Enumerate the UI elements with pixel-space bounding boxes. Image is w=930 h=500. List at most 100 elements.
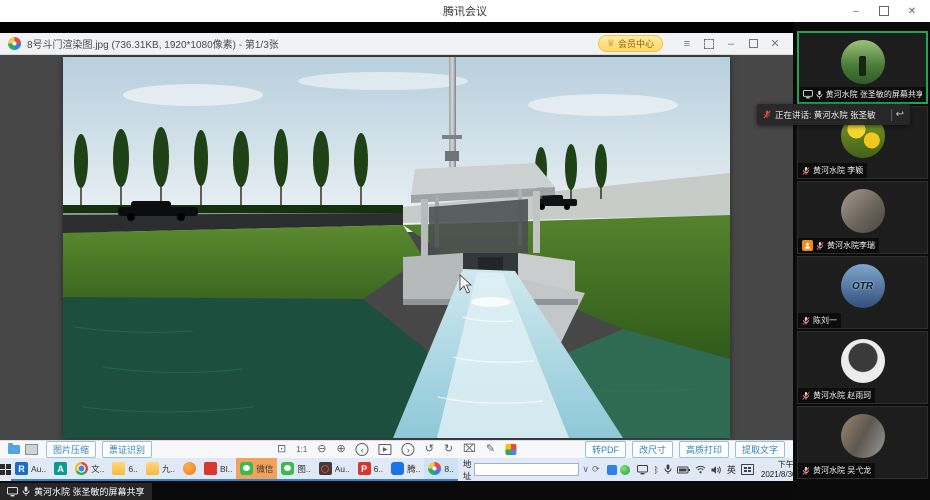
participant-label: 陈刘一 — [798, 313, 841, 328]
avatar-horse-costume — [841, 414, 885, 458]
rotate-left-icon[interactable]: ↺ — [425, 444, 434, 455]
previous-image-icon[interactable]: ‹ — [356, 443, 369, 456]
microphone-muted-icon — [802, 391, 810, 401]
rendered-photo-sluice-gate — [63, 57, 730, 438]
folder-icon — [112, 462, 125, 475]
pdf-app-icon: P — [358, 462, 371, 475]
battery-icon[interactable] — [677, 466, 690, 474]
microphone-muted-icon — [763, 109, 771, 120]
close-button[interactable]: ✕ — [898, 0, 926, 22]
actual-size-icon[interactable]: 1:1 — [296, 446, 307, 454]
share-banner-text: 黄河水院 张圣敏的屏幕共享 — [34, 485, 145, 498]
print-button[interactable]: 高质打印 — [679, 441, 729, 458]
speaking-toast: 正在讲话: 黄河水院 张圣敏 ↩ — [757, 104, 910, 125]
address-label: 地址 — [463, 458, 472, 482]
green-app-icon[interactable] — [620, 465, 630, 475]
to-pdf-button[interactable]: 转PDF — [585, 441, 626, 458]
viewer-restore-button[interactable] — [743, 35, 763, 53]
open-folder-icon[interactable] — [8, 445, 20, 454]
restore-icon — [879, 6, 889, 16]
next-image-icon[interactable]: › — [402, 443, 415, 456]
folder-icon — [146, 462, 159, 475]
more-tools-icon[interactable] — [505, 444, 516, 455]
participant-label: 黄河水院 张圣敏的屏幕共享 — [799, 87, 926, 102]
viewer-fullscreen-button[interactable] — [699, 35, 719, 53]
rotate-right-icon[interactable]: ↻ — [444, 444, 453, 455]
viewer-minimize-button[interactable]: – — [721, 35, 741, 53]
address-extra-icons — [604, 458, 633, 481]
blue-app-icon[interactable] — [607, 465, 617, 475]
touch-keyboard-icon[interactable] — [741, 464, 754, 475]
taskbar-app-wechat[interactable]: 微信 — [236, 458, 277, 481]
resize-button[interactable]: 改尺寸 — [632, 441, 673, 458]
microphone-tray-icon[interactable] — [664, 464, 672, 475]
meeting-window-controls: – ✕ — [842, 0, 926, 22]
minimize-button[interactable]: – — [842, 0, 870, 22]
participants-sidebar: 黄河水院 张圣敏的屏幕共享 黄河水院 李颖 黄河水院李瑞 — [795, 22, 930, 500]
participant-label: 黄河水院 赵雨珂 — [798, 388, 875, 403]
participant-label: 黄河水院李瑞 — [798, 238, 879, 253]
taskbar-app-2345[interactable] — [179, 458, 200, 481]
windows-logo-icon — [0, 464, 11, 475]
taskbar-app-revit[interactable]: R Au.. — [11, 458, 50, 481]
monitor-tray-icon[interactable] — [637, 465, 648, 475]
microphone-muted-icon — [802, 316, 810, 326]
image-list-icon[interactable] — [25, 444, 38, 455]
image-viewer-icon — [428, 462, 441, 475]
slideshow-icon[interactable]: ▶ — [379, 444, 392, 455]
meeting-body: 8号斗门渲染图.jpg (736.31KB, 1920*1080像素) - 第1… — [0, 22, 930, 500]
participant-tile[interactable]: OTR 陈刘一 — [797, 256, 928, 329]
taskbar-app-folder-9[interactable]: 九.. — [142, 458, 179, 481]
extract-text-button[interactable]: 提取文字 — [735, 441, 785, 458]
bluetooth-icon[interactable]: ᛒ — [653, 465, 658, 475]
taskbar-app-bl[interactable]: Bl.. — [200, 458, 236, 481]
avatar-person-photo — [841, 189, 885, 233]
speaking-toast-text: 正在讲话: 黄河水院 张圣敏 — [775, 109, 876, 121]
participant-tile-share[interactable]: 黄河水院 张圣敏的屏幕共享 — [797, 31, 928, 104]
close-icon: ✕ — [770, 37, 779, 50]
vip-label: 会员中心 — [618, 37, 654, 50]
zoom-in-icon[interactable]: ⊕ — [337, 444, 346, 455]
address-input[interactable] — [474, 463, 579, 476]
participant-tile[interactable]: 黄河水院李瑞 — [797, 181, 928, 254]
taskbar-app-wechat-tool[interactable]: 图.. — [277, 458, 314, 481]
viewer-window-controls: ≡ – ✕ — [677, 35, 785, 53]
participant-tile[interactable]: 黄河水院 赵雨珂 — [797, 331, 928, 404]
volume-icon[interactable] — [711, 465, 722, 475]
fit-screen-icon[interactable]: ⊡ — [277, 444, 286, 455]
microphone-muted-icon — [816, 241, 824, 251]
address-dropdown-icon[interactable]: ∨ — [582, 464, 589, 475]
compress-image-button[interactable]: 图片压缩 — [46, 441, 96, 458]
windows-taskbar: R Au.. A 文.. 6.. 九.. — [0, 458, 793, 481]
tencent-meeting-window: 腾讯会议 – ✕ 8号斗门渲染图.jpg (736.31KB, 1920*108… — [0, 0, 930, 500]
participant-tile[interactable]: 黄河水院 吴弋龙 — [797, 406, 928, 479]
taskbar-app-tencent-meeting[interactable]: 腾.. — [387, 458, 424, 481]
input-language-indicator[interactable]: 英 — [727, 463, 736, 476]
viewer-menu-button[interactable]: ≡ — [677, 35, 697, 53]
ticket-ocr-button[interactable]: 票证识别 — [102, 441, 152, 458]
viewer-right-tools: 转PDF 改尺寸 高质打印 提取文字 — [579, 441, 785, 458]
zoom-out-icon[interactable]: ⊖ — [317, 444, 326, 455]
fullscreen-icon — [704, 39, 714, 49]
wifi-icon[interactable] — [695, 465, 706, 474]
restore-button[interactable] — [870, 0, 898, 22]
vip-center-button[interactable]: ♛ 会员中心 — [598, 35, 663, 52]
taskbar-app-acrobat[interactable]: Au.. — [315, 458, 354, 481]
delete-image-icon[interactable]: ⌧ — [463, 444, 476, 455]
collapse-arrow-icon[interactable]: ↩ — [896, 109, 904, 120]
taskbar-app-image-viewer[interactable]: 8.. — [424, 458, 457, 481]
edit-image-icon[interactable]: ✎ — [486, 444, 495, 455]
wechat-icon — [240, 462, 253, 475]
taskbar-app-pdf[interactable]: P 6.. — [354, 458, 387, 481]
viewer-close-button[interactable]: ✕ — [765, 35, 785, 53]
browser-2345-icon — [183, 462, 196, 475]
microphone-muted-icon — [802, 466, 810, 476]
taskbar-app-folder-6[interactable]: 6.. — [108, 458, 141, 481]
red-app-icon — [204, 462, 217, 475]
taskbar-app-chrome[interactable]: 文.. — [71, 458, 108, 481]
address-go-icon[interactable]: ⟳ — [592, 464, 600, 475]
taskbar-app-autodesk[interactable]: A — [50, 458, 71, 481]
viewer-canvas — [0, 55, 793, 440]
start-button[interactable] — [0, 458, 11, 481]
image-viewer-window: 8号斗门渲染图.jpg (736.31KB, 1920*1080像素) - 第1… — [0, 33, 793, 458]
